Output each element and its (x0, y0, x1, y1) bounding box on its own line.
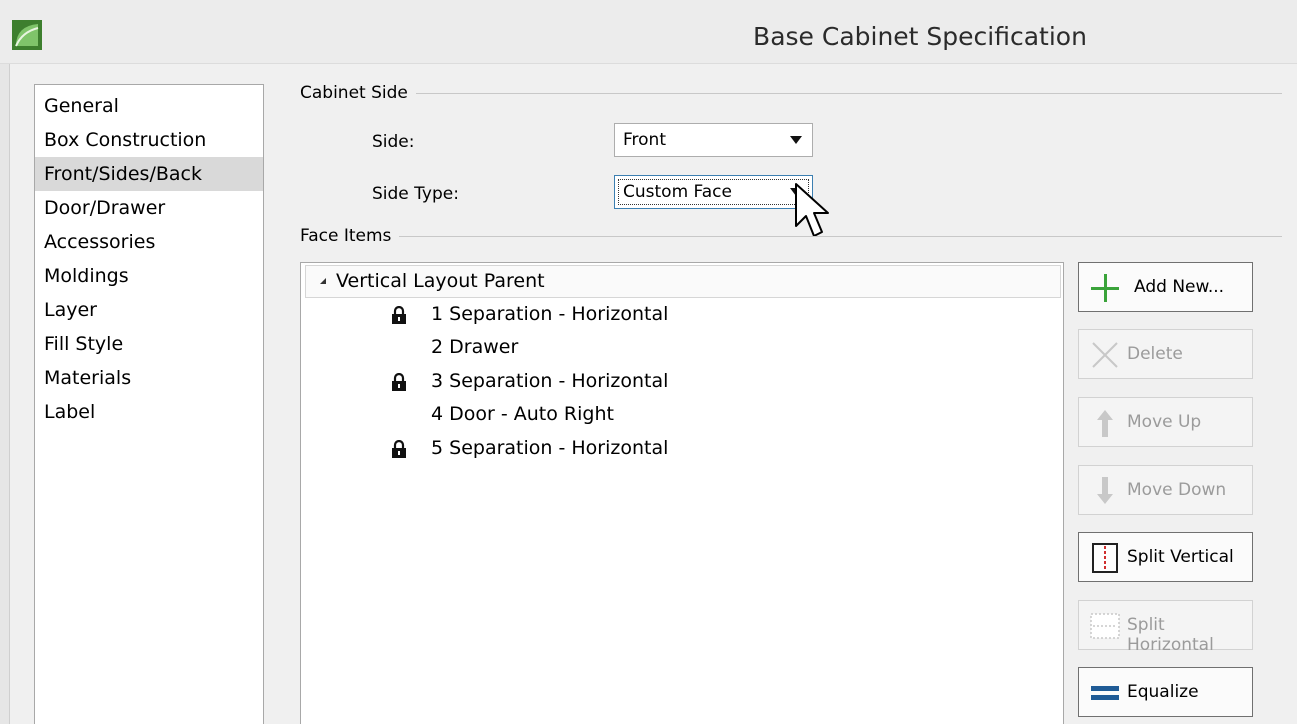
move-down-label: Move Down (1127, 480, 1227, 500)
arrow-down-icon (1097, 477, 1113, 504)
sidebar-item-fill-style[interactable]: Fill Style (35, 327, 263, 361)
app-logo-icon (12, 20, 42, 50)
split-vertical-button[interactable]: Split Vertical (1078, 532, 1253, 582)
tree-item-label: 2 Drawer (431, 336, 519, 358)
sidebar-item-label[interactable]: Label (35, 395, 263, 429)
tree-item-label: 3 Separation - Horizontal (431, 370, 669, 392)
tree-item-label: 4 Door - Auto Right (431, 403, 614, 425)
title-bar: Base Cabinet Specification (0, 0, 1297, 64)
equalize-label: Equalize (1127, 682, 1199, 702)
move-down-button[interactable]: Move Down (1078, 465, 1253, 515)
window-title: Base Cabinet Specification (753, 22, 1087, 51)
tree-item-label: 1 Separation - Horizontal (431, 303, 669, 325)
sidebar-item-moldings[interactable]: Moldings (35, 259, 263, 293)
sidebar-item-general[interactable]: General (35, 89, 263, 123)
face-items-divider (300, 236, 1282, 237)
side-dropdown[interactable]: Front (614, 123, 813, 157)
sidebar-item-materials[interactable]: Materials (35, 361, 263, 395)
tree-item[interactable]: 4 Door - Auto Right (301, 398, 1061, 431)
cabinet-side-divider (300, 93, 1282, 94)
split-horizontal-icon (1090, 613, 1120, 639)
sidebar-nav: General Box Construction Front/Sides/Bac… (34, 84, 264, 724)
delete-button[interactable]: Delete (1078, 329, 1253, 379)
move-up-label: Move Up (1127, 412, 1202, 432)
sidebar-item-accessories[interactable]: Accessories (35, 225, 263, 259)
lock-icon (392, 306, 406, 324)
lock-icon (392, 440, 406, 458)
cabinet-side-group-label: Cabinet Side (300, 83, 416, 103)
tree-item[interactable]: 2 Drawer (301, 331, 1061, 364)
lock-icon (392, 373, 406, 391)
equalize-button[interactable]: Equalize (1078, 667, 1253, 717)
tree-parent-label: Vertical Layout Parent (336, 270, 545, 292)
tree-item-label: 5 Separation - Horizontal (431, 437, 669, 459)
face-items-tree[interactable]: Vertical Layout Parent 1 Separation - Ho… (300, 262, 1064, 724)
side-label: Side: (372, 132, 415, 152)
sidebar-item-box-construction[interactable]: Box Construction (35, 123, 263, 157)
arrow-up-icon (1097, 410, 1113, 437)
plus-icon (1091, 274, 1119, 302)
side-type-dropdown[interactable]: Custom Face (614, 175, 813, 209)
window-left-edge (0, 64, 10, 724)
face-items-group-label: Face Items (300, 226, 400, 246)
sidebar-item-front-sides-back[interactable]: Front/Sides/Back (35, 157, 263, 191)
equalize-icon (1091, 686, 1119, 700)
side-dropdown-value: Front (623, 130, 666, 150)
delete-label: Delete (1127, 344, 1183, 364)
expand-triangle-icon[interactable] (320, 277, 326, 284)
tree-item[interactable]: 1 Separation - Horizontal (301, 298, 1061, 331)
tree-item[interactable]: 5 Separation - Horizontal (301, 432, 1061, 465)
move-up-button[interactable]: Move Up (1078, 397, 1253, 447)
tree-item-vertical-layout-parent[interactable]: Vertical Layout Parent (305, 265, 1061, 298)
side-type-dropdown-value: Custom Face (623, 182, 732, 202)
chevron-down-icon (790, 136, 802, 144)
sidebar-item-layer[interactable]: Layer (35, 293, 263, 327)
split-vertical-icon (1092, 543, 1118, 573)
add-new-label: Add New... (1134, 277, 1225, 297)
add-new-button[interactable]: Add New... (1078, 262, 1253, 312)
split-vertical-label: Split Vertical (1127, 547, 1234, 567)
split-horizontal-button[interactable]: Split Horizontal (1078, 600, 1253, 655)
tree-item[interactable]: 3 Separation - Horizontal (301, 365, 1061, 398)
side-type-label: Side Type: (372, 184, 459, 204)
split-horizontal-label: Split Horizontal (1127, 615, 1214, 655)
mouse-cursor-icon (795, 183, 829, 237)
x-icon (1092, 342, 1118, 368)
sidebar-item-door-drawer[interactable]: Door/Drawer (35, 191, 263, 225)
